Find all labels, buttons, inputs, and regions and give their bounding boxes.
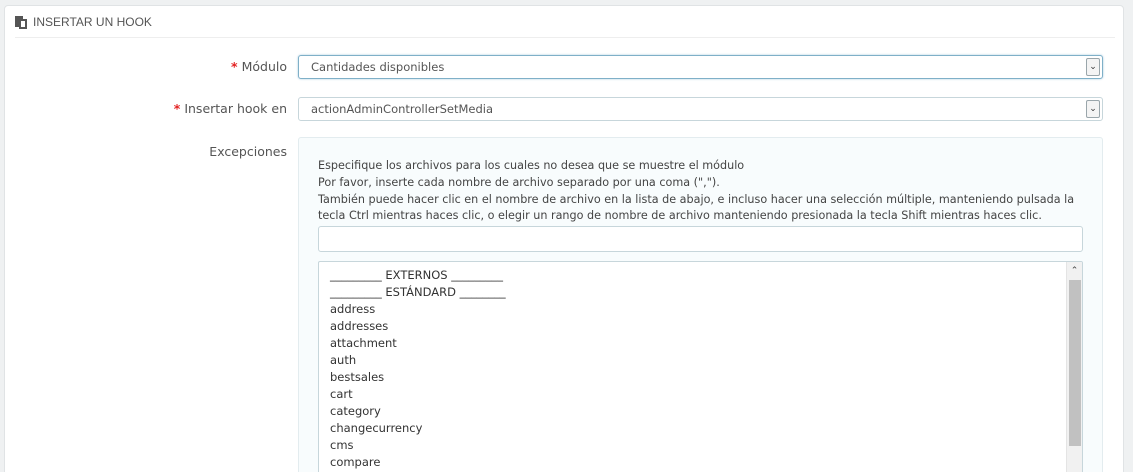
copy-icon (15, 15, 29, 29)
required-mark: * (231, 59, 238, 74)
list-item[interactable]: address (330, 301, 506, 318)
required-mark: * (173, 101, 181, 116)
scroll-thumb[interactable] (1069, 280, 1081, 446)
module-select-value: Cantidades disponibles (311, 60, 445, 74)
list-item[interactable]: _________ EXTERNOS _________ (330, 267, 506, 284)
exceptions-input[interactable] (318, 226, 1083, 252)
list-item[interactable]: category (330, 403, 506, 420)
module-label: * Módulo (231, 59, 287, 74)
panel-title: INSERTAR UN HOOK (33, 14, 152, 29)
chevron-down-icon[interactable]: ⌄ (1086, 58, 1100, 76)
exceptions-label: Excepciones (209, 144, 287, 159)
list-item[interactable]: cart (330, 386, 506, 403)
help-line: También puede hacer clic en el nombre de… (318, 192, 1075, 223)
chevron-down-icon[interactable]: ⌄ (1086, 100, 1100, 118)
scroll-up-icon[interactable]: ⌃ (1067, 262, 1082, 279)
exceptions-file-list[interactable]: _________ EXTERNOS _________ _________ E… (318, 261, 1083, 472)
module-select[interactable]: Cantidades disponibles ⌄ (298, 55, 1103, 79)
list-item[interactable]: addresses (330, 318, 506, 335)
list-item[interactable]: attachment (330, 335, 506, 352)
exceptions-help: Especifique los archivos para los cuales… (318, 158, 1088, 225)
list-item[interactable]: auth (330, 352, 506, 369)
help-line: Especifique los archivos para los cuales… (318, 159, 745, 172)
list-item[interactable]: bestsales (330, 369, 506, 386)
list-scrollbar[interactable]: ⌃ (1066, 262, 1082, 472)
list-item[interactable]: compare (330, 454, 506, 471)
panel-heading: INSERTAR UN HOOK (15, 6, 1115, 38)
hook-label: * Insertar hook en (173, 101, 287, 116)
list-item[interactable]: changecurrency (330, 420, 506, 437)
list-item[interactable]: cms (330, 437, 506, 454)
help-line: Por favor, inserte cada nombre de archiv… (318, 175, 720, 189)
list-item[interactable]: _________ ESTÁNDARD ________ (330, 284, 506, 301)
hook-select-value: actionAdminControllerSetMedia (311, 102, 494, 116)
hook-select[interactable]: actionAdminControllerSetMedia ⌄ (298, 97, 1103, 121)
